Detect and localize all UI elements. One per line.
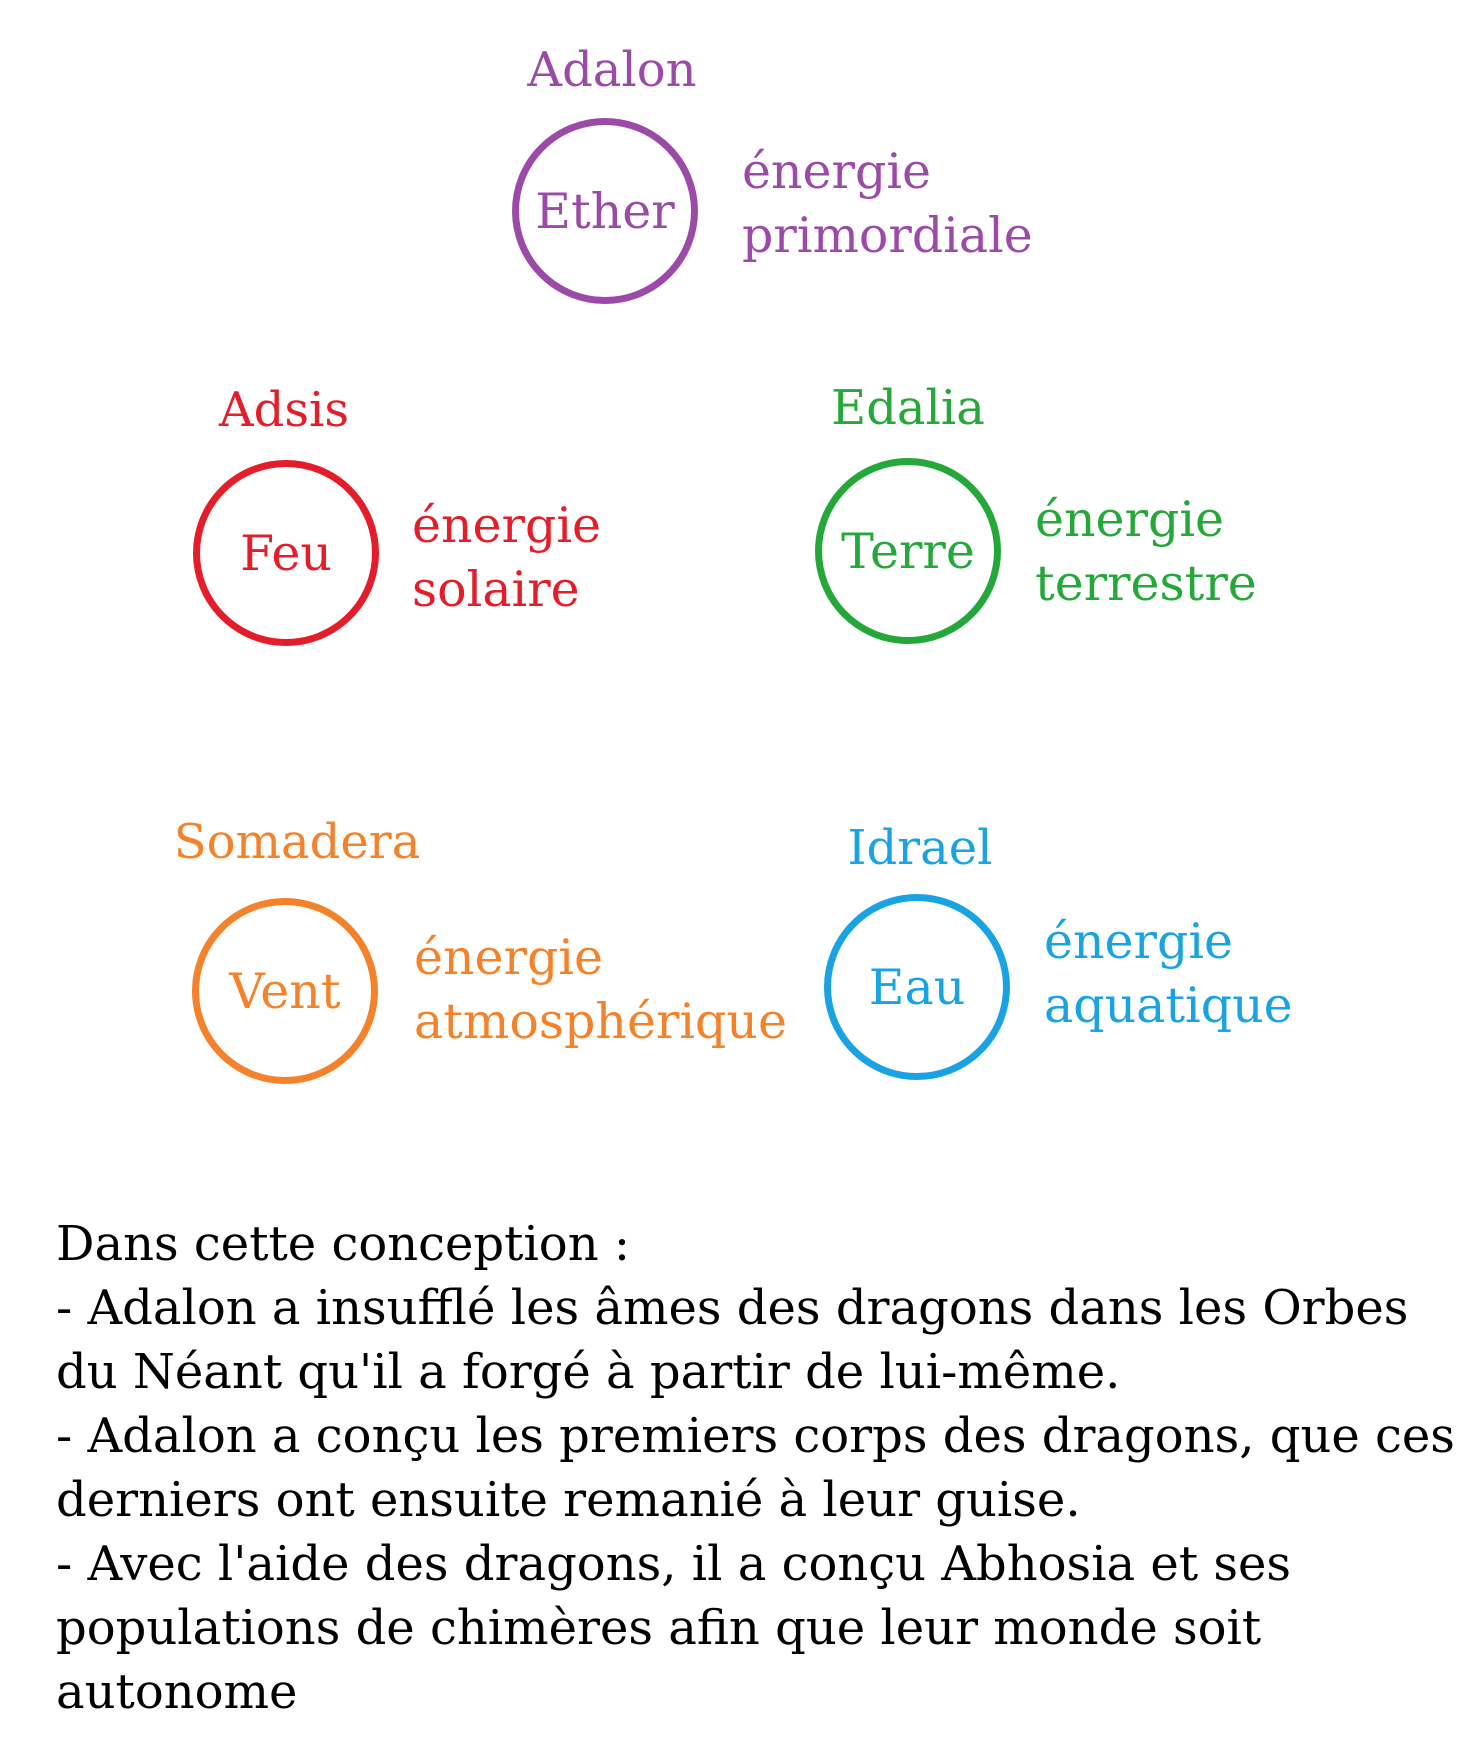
element-label-terre: Terre xyxy=(841,522,975,580)
notes-item-1: - Adalon a insufflé les âmes des dragons… xyxy=(56,1280,1409,1400)
energy-line-1: énergie xyxy=(1044,913,1234,970)
element-label-feu: Feu xyxy=(240,524,332,582)
node-name-edalia: Edalia xyxy=(831,380,985,436)
notes-block: Dans cette conception : - Adalon a insuf… xyxy=(56,1212,1456,1724)
energy-label-vent: énergie atmosphérique xyxy=(414,926,787,1054)
notes-item-3: - Avec l'aide des dragons, il a conçu Ab… xyxy=(56,1536,1292,1720)
element-circle-feu: Feu xyxy=(193,460,379,646)
element-circle-ether: Ether xyxy=(512,118,698,304)
energy-line-2: primordiale xyxy=(742,207,1033,264)
notes-heading: Dans cette conception : xyxy=(56,1216,631,1272)
element-circle-vent: Vent xyxy=(192,898,378,1084)
energy-label-ether: énergie primordiale xyxy=(742,140,1033,268)
node-name-somadera: Somadera xyxy=(173,814,421,870)
energy-line-1: énergie xyxy=(1035,491,1225,548)
node-name-adalon: Adalon xyxy=(527,42,697,98)
element-circle-eau: Eau xyxy=(824,894,1010,1080)
element-label-eau: Eau xyxy=(868,958,966,1016)
element-label-vent: Vent xyxy=(229,962,341,1020)
node-name-adsis: Adsis xyxy=(218,382,350,438)
energy-line-1: énergie xyxy=(742,143,932,200)
node-name-idrael: Idrael xyxy=(847,820,993,876)
energy-label-feu: énergie solaire xyxy=(412,494,601,622)
energy-line-2: terrestre xyxy=(1035,555,1257,612)
energy-line-1: énergie xyxy=(412,497,602,554)
energy-line-1: énergie xyxy=(414,929,604,986)
notes-item-2: - Adalon a conçu les premiers corps des … xyxy=(56,1408,1455,1528)
energy-label-eau: énergie aquatique xyxy=(1044,910,1293,1038)
energy-line-2: aquatique xyxy=(1044,977,1293,1034)
energy-line-2: solaire xyxy=(412,561,580,618)
energy-label-terre: énergie terrestre xyxy=(1035,488,1257,616)
element-label-ether: Ether xyxy=(535,182,675,240)
element-circle-terre: Terre xyxy=(815,458,1001,644)
energy-line-2: atmosphérique xyxy=(414,993,787,1050)
